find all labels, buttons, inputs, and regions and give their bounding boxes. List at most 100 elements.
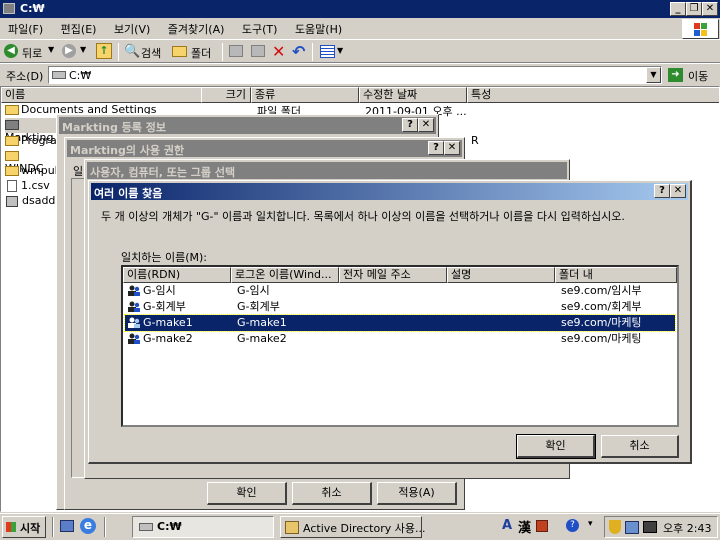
close-button[interactable]: ✕ <box>702 2 718 16</box>
menu-file[interactable]: 파일(F) <box>8 23 43 36</box>
col-email[interactable]: 전자 메일 주소 <box>339 267 447 283</box>
col-folder[interactable]: 폴더 내 <box>555 267 677 283</box>
permissions-title: Markting의 사용 권한 <box>70 144 185 157</box>
ime-options-icon[interactable]: ▾ <box>588 519 593 529</box>
file-row[interactable]: WINDC <box>5 149 59 175</box>
file-row[interactable]: 1.csv <box>5 179 59 194</box>
col-size[interactable]: 크기 <box>201 87 251 103</box>
search-icon[interactable]: 🔍 <box>124 44 140 59</box>
ime-tools-icon[interactable] <box>536 520 548 532</box>
permissions-titlebar[interactable]: Markting의 사용 권한 ? ✕ <box>67 140 462 157</box>
permissions-cancel-button[interactable]: 취소 <box>292 482 372 505</box>
forward-icon[interactable]: ▶ <box>62 44 76 58</box>
close-button[interactable]: ✕ <box>670 184 686 198</box>
close-button[interactable]: ✕ <box>444 141 460 155</box>
folders-icon[interactable] <box>172 46 187 57</box>
menu-bar: 파일(F) 편집(E) 보기(V) 즐겨찾기(A) 도구(T) 도움말(H) <box>0 18 680 38</box>
back-icon[interactable]: ◀ <box>4 44 18 58</box>
ime-hanja[interactable]: 漢 <box>518 517 531 536</box>
views-icon[interactable] <box>320 45 335 58</box>
exe-file-icon <box>6 195 18 207</box>
table-row[interactable]: G-회계부 G-회계부 se9.com/회계부 <box>125 299 675 315</box>
go-button-label[interactable]: 이동 <box>688 68 708 84</box>
file-row[interactable]: wmpul <box>5 164 59 179</box>
col-date[interactable]: 수정한 날짜 <box>359 87 467 103</box>
col-description[interactable]: 설명 <box>447 267 555 283</box>
ime-mode[interactable]: A <box>502 518 512 533</box>
folder-cell: se9.com/마케팅 <box>561 332 642 345</box>
folders-button-label[interactable]: 폴더 <box>191 45 211 61</box>
delete-icon[interactable]: ✕ <box>272 42 285 61</box>
help-button[interactable]: ? <box>428 141 444 155</box>
folder-cell: se9.com/임시부 <box>561 284 642 297</box>
restore-button[interactable]: ❐ <box>686 2 702 16</box>
views-dropdown-icon[interactable]: ▼ <box>337 46 343 55</box>
multiple-names-titlebar[interactable]: 여러 이름 찾음 ? ✕ <box>91 183 688 200</box>
col-attributes[interactable]: 특성 <box>467 87 719 103</box>
permissions-ok-button[interactable]: 확인 <box>207 482 287 505</box>
up-folder-icon[interactable]: ↑ <box>96 43 112 59</box>
list-label: 일치하는 이름(M): <box>121 251 207 264</box>
folder-icon <box>5 166 19 176</box>
select-users-titlebar[interactable]: 사용자, 컴퓨터, 또는 그룹 선택 <box>87 162 567 179</box>
help-button[interactable]: ? <box>654 184 670 198</box>
back-dropdown-icon[interactable]: ▼ <box>48 45 54 54</box>
undo-icon[interactable]: ↶ <box>292 42 305 61</box>
security-shield-icon[interactable] <box>609 520 621 534</box>
taskbar-task-active-directory[interactable]: Active Directory 사용... <box>280 516 425 538</box>
display-icon[interactable] <box>643 521 657 533</box>
rdn-cell: G-임시 <box>143 284 176 297</box>
explorer-titlebar[interactable]: C:₩ _ ❐ ✕ <box>0 0 720 18</box>
folder-icon <box>5 120 19 130</box>
show-desktop-icon[interactable] <box>60 520 74 532</box>
drive-icon <box>52 71 66 79</box>
copy-to-icon[interactable] <box>251 45 265 57</box>
menu-favorites[interactable]: 즐겨찾기(A) <box>168 23 225 36</box>
address-bar: 주소(D) C:₩ ▼ ➜ 이동 <box>0 63 720 85</box>
dialog-message: 두 개 이상의 개체가 "G-" 이름과 일치합니다. 목록에서 하나 이상의 … <box>101 210 625 223</box>
minimize-button[interactable]: _ <box>670 2 686 16</box>
menu-tools[interactable]: 도구(T) <box>242 23 278 36</box>
select-users-title: 사용자, 컴퓨터, 또는 그룹 선택 <box>90 166 236 179</box>
start-label: 시작 <box>20 522 41 535</box>
go-icon[interactable]: ➜ <box>668 68 683 82</box>
file-row[interactable]: dsadd <box>5 194 59 209</box>
close-button[interactable]: ✕ <box>418 118 434 132</box>
menu-view[interactable]: 보기(V) <box>114 23 150 36</box>
internet-explorer-icon[interactable]: e <box>80 518 96 534</box>
col-logon-name[interactable]: 로그온 이름(Wind... <box>231 267 339 283</box>
tab-partial-label[interactable]: 일 <box>73 163 83 179</box>
taskbar-task-explorer[interactable]: C:₩ <box>132 516 274 538</box>
search-button-label[interactable]: 검색 <box>141 45 161 61</box>
back-button-label[interactable]: 뒤로 <box>22 45 42 61</box>
network-icon[interactable] <box>625 521 639 534</box>
file-row[interactable]: Progra <box>5 134 59 149</box>
forward-dropdown-icon[interactable]: ▼ <box>80 45 86 54</box>
address-dropdown-button[interactable]: ▼ <box>646 67 661 83</box>
drive-icon <box>139 523 153 531</box>
system-tray: 오후 2:43 <box>604 516 718 538</box>
properties-titlebar[interactable]: Markting 등록 정보 ? ✕ <box>59 117 436 134</box>
help-button[interactable]: ? <box>402 118 418 132</box>
names-ok-button[interactable]: 확인 <box>516 434 596 459</box>
folder-icon <box>5 105 19 115</box>
table-row[interactable]: G-make2 G-make2 se9.com/마케팅 <box>125 331 675 347</box>
table-row[interactable]: G-임시 G-임시 se9.com/임시부 <box>125 283 675 299</box>
ime-help-icon[interactable]: ? <box>566 519 579 532</box>
col-rdn-name[interactable]: 이름(RDN) <box>123 267 231 283</box>
folder-icon <box>5 136 19 146</box>
col-type[interactable]: 종류 <box>251 87 359 103</box>
names-cancel-button[interactable]: 취소 <box>601 435 679 458</box>
file-attribute: R <box>471 134 479 147</box>
clock[interactable]: 오후 2:43 <box>663 520 711 536</box>
matching-names-list[interactable]: 이름(RDN) 로그온 이름(Wind... 전자 메일 주소 설명 폴더 내 … <box>121 265 679 427</box>
start-button[interactable]: 시작 <box>2 516 46 538</box>
task-label: C:₩ <box>157 520 182 533</box>
menu-edit[interactable]: 편집(E) <box>61 23 97 36</box>
menu-help[interactable]: 도움말(H) <box>295 23 342 36</box>
address-input[interactable]: C:₩ ▼ <box>48 66 662 84</box>
table-row-selected[interactable]: G-make1 G-make1 se9.com/마케팅 <box>124 314 676 332</box>
move-to-icon[interactable] <box>229 45 243 57</box>
logon-cell: G-회계부 <box>237 300 280 313</box>
permissions-apply-button[interactable]: 적용(A) <box>377 482 457 505</box>
